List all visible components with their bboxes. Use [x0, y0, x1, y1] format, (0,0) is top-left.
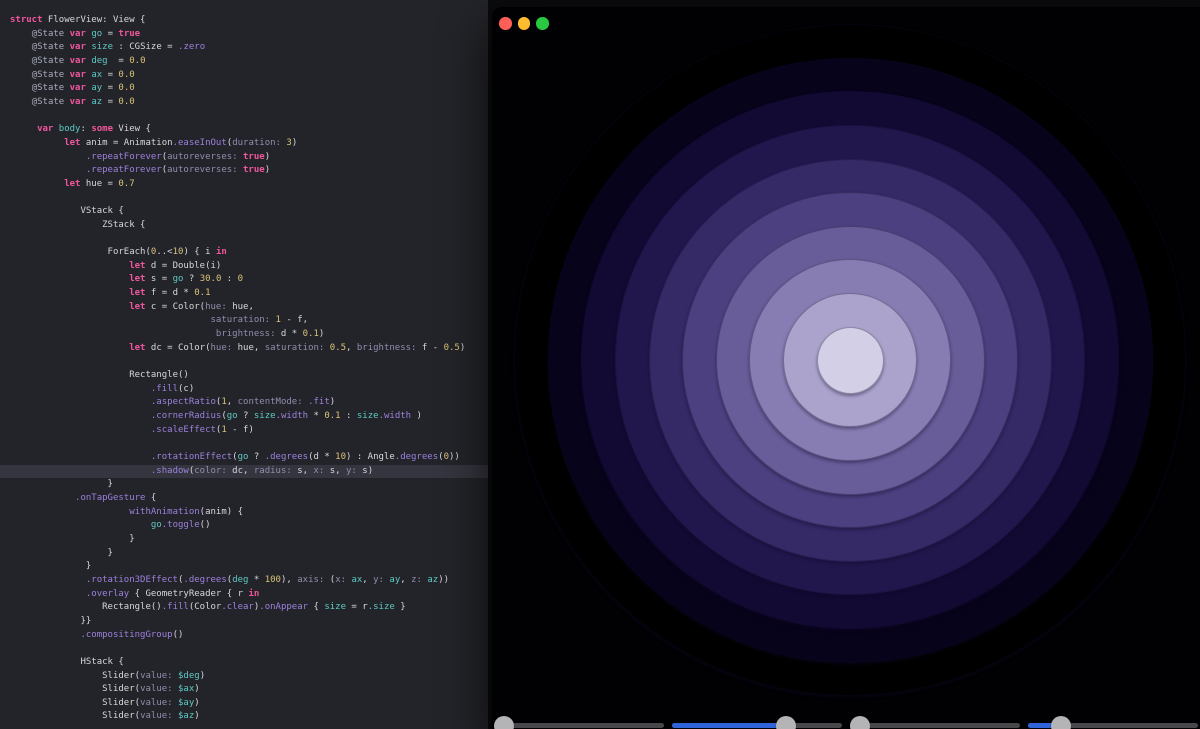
- code-line: }: [10, 560, 488, 574]
- code-line: [10, 437, 488, 451]
- slider-row: [494, 716, 1198, 729]
- code-line: withAnimation(anim) {: [10, 506, 488, 520]
- slider-track[interactable]: [494, 723, 664, 728]
- code-line: [10, 192, 488, 206]
- minimize-button[interactable]: [518, 17, 531, 30]
- code-line: .rotationEffect(go ? .degrees(d * 10) : …: [10, 451, 488, 465]
- code-editor-pane: struct FlowerView: View { @State var go …: [0, 0, 488, 729]
- code-line: .cornerRadius(go ? size.width * 0.1 : si…: [10, 410, 488, 424]
- code-line: }}: [10, 615, 488, 629]
- code-line: @State var az = 0.0: [10, 96, 488, 110]
- code-editor[interactable]: struct FlowerView: View { @State var go …: [0, 0, 488, 724]
- code-line: let dc = Color(hue: hue, saturation: 0.5…: [10, 342, 488, 356]
- code-line: .repeatForever(autoreverses: true): [10, 151, 488, 165]
- code-line: [10, 110, 488, 124]
- code-line: let f = d * 0.1: [10, 287, 488, 301]
- code-line: .scaleEffect(1 - f): [10, 424, 488, 438]
- code-line: .compositingGroup(): [10, 629, 488, 643]
- slider-fill: [672, 723, 786, 728]
- code-line: .onTapGesture {: [10, 492, 488, 506]
- code-line: var body: some View {: [10, 123, 488, 137]
- code-line: Slider(value: $ay): [10, 697, 488, 711]
- code-line: ForEach(0..<10) { i in: [10, 246, 488, 260]
- code-line: @State var go = true: [10, 28, 488, 42]
- slider-az[interactable]: [1028, 716, 1198, 729]
- slider-knob[interactable]: [850, 716, 870, 729]
- preview-window: [492, 7, 1200, 729]
- code-line: let anim = Animation.easeInOut(duration:…: [10, 137, 488, 151]
- preview-canvas[interactable]: [492, 7, 1200, 729]
- code-line: struct FlowerView: View {: [10, 14, 488, 28]
- code-line: }: [10, 478, 488, 492]
- code-line: Rectangle().fill(Color.clear).onAppear {…: [10, 601, 488, 615]
- code-line: let c = Color(hue: hue,: [10, 301, 488, 315]
- code-line: Rectangle(): [10, 369, 488, 383]
- code-line: [10, 642, 488, 656]
- code-line: [10, 355, 488, 369]
- code-line: ZStack {: [10, 219, 488, 233]
- code-line: VStack {: [10, 205, 488, 219]
- code-line: @State var deg = 0.0: [10, 55, 488, 69]
- code-line: .shadow(color: dc, radius: s, x: s, y: s…: [0, 465, 488, 479]
- code-line: .aspectRatio(1, contentMode: .fit): [10, 396, 488, 410]
- code-line: .fill(c): [10, 383, 488, 397]
- close-button[interactable]: [499, 17, 512, 30]
- traffic-lights: [499, 17, 549, 30]
- code-line: }: [10, 533, 488, 547]
- code-line: Slider(value: $az): [10, 710, 488, 724]
- code-line: saturation: 1 - f,: [10, 314, 488, 328]
- slider-deg[interactable]: [494, 716, 664, 729]
- code-line: let d = Double(i): [10, 260, 488, 274]
- zoom-button[interactable]: [536, 17, 549, 30]
- code-line: HStack {: [10, 656, 488, 670]
- slider-knob[interactable]: [776, 716, 796, 729]
- code-line: brightness: d * 0.1): [10, 328, 488, 342]
- slider-ax[interactable]: [672, 716, 842, 729]
- code-line: [10, 233, 488, 247]
- code-line: let hue = 0.7: [10, 178, 488, 192]
- code-line: let s = go ? 30.0 : 0: [10, 273, 488, 287]
- code-line: @State var ay = 0.0: [10, 82, 488, 96]
- code-line: .repeatForever(autoreverses: true): [10, 164, 488, 178]
- slider-track[interactable]: [850, 723, 1020, 728]
- flower-ring: [817, 327, 884, 394]
- code-line: .overlay { GeometryReader { r in: [10, 588, 488, 602]
- code-line: }: [10, 547, 488, 561]
- slider-ay[interactable]: [850, 716, 1020, 729]
- code-line: .rotation3DEffect(.degrees(deg * 100), a…: [10, 574, 488, 588]
- code-line: go.toggle(): [10, 519, 488, 533]
- slider-knob[interactable]: [1051, 716, 1071, 729]
- code-line: Slider(value: $ax): [10, 683, 488, 697]
- code-line: @State var size : CGSize = .zero: [10, 41, 488, 55]
- window-titlebar[interactable]: [492, 7, 1200, 35]
- slider-knob[interactable]: [494, 716, 514, 729]
- code-line: @State var ax = 0.0: [10, 69, 488, 83]
- code-line: Slider(value: $deg): [10, 670, 488, 684]
